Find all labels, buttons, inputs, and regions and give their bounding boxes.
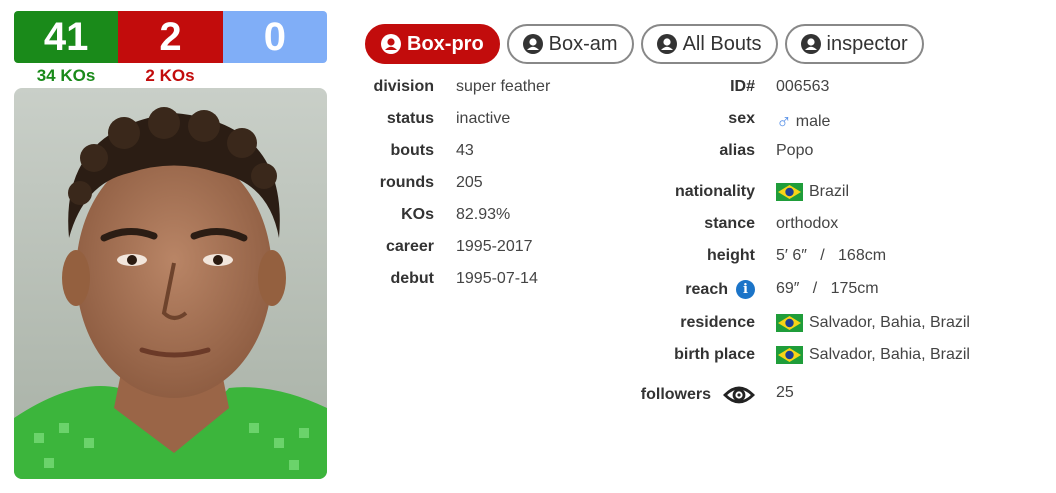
info-label: residence — [680, 314, 755, 331]
male-icon: ♂ — [776, 110, 792, 133]
info-value: orthodox — [776, 215, 839, 232]
user-icon — [800, 34, 821, 54]
tab-label: inspector — [826, 32, 908, 55]
tab-box-am[interactable]: Box-am — [506, 24, 634, 64]
tab-label: All Bouts — [682, 32, 762, 55]
info-row-reach: reach i 69″ / 175cm — [0, 280, 1056, 306]
profile-tabs: Box-pro Box-am All Bouts inspector — [365, 24, 924, 64]
residence-value-wrap: Salvador, Bahia, Brazil — [776, 314, 970, 332]
tab-inspector[interactable]: inspector — [784, 24, 924, 64]
info-value: Popo — [776, 142, 814, 159]
user-icon — [522, 34, 543, 54]
user-icon — [656, 34, 677, 54]
info-label: stance — [704, 215, 755, 232]
info-value: 25 — [776, 384, 794, 401]
nationality-value-wrap: Brazil — [776, 183, 849, 201]
info-value: male — [795, 113, 831, 130]
tab-box-pro[interactable]: Box-pro — [365, 24, 500, 64]
info-icon[interactable]: i — [736, 280, 755, 299]
birth-place-value-wrap: Salvador, Bahia, Brazil — [776, 346, 970, 364]
fight-record: 41 2 0 — [14, 11, 327, 63]
info-value[interactable]: Brazil — [809, 183, 849, 201]
info-row-stance: stance orthodox — [0, 215, 1056, 241]
info-value: 006563 — [776, 78, 830, 95]
tab-label: Box-pro — [407, 32, 484, 55]
info-label: birth place — [674, 346, 755, 363]
brazil-flag-icon — [776, 314, 803, 332]
info-label: height — [707, 247, 755, 264]
wins-count: 41 — [14, 11, 119, 63]
info-label: alias — [719, 142, 755, 159]
info-row-nationality: nationality Brazil — [0, 183, 1056, 209]
brazil-flag-icon — [776, 346, 803, 364]
info-row-residence: residence Salvador, Bahia, Brazil — [0, 314, 1056, 340]
info-label: nationality — [674, 183, 755, 200]
eye-icon[interactable] — [723, 384, 755, 406]
followers-label-wrap: followers — [641, 384, 755, 406]
info-label: ID# — [730, 78, 755, 95]
draws-count: 0 — [222, 11, 327, 63]
brazil-flag-icon — [776, 183, 803, 201]
info-row-id: ID# 006563 — [0, 78, 1056, 104]
info-label: followers — [640, 386, 711, 403]
user-icon — [381, 34, 401, 54]
info-label: reach — [685, 280, 728, 298]
info-value[interactable]: Salvador, Bahia, Brazil — [809, 346, 970, 364]
info-row-followers: followers 25 — [0, 384, 1056, 410]
sex-value-wrap: ♂ male — [776, 110, 830, 134]
tab-label: Box-am — [548, 32, 618, 55]
info-value[interactable]: Salvador, Bahia, Brazil — [809, 314, 970, 332]
info-row-sex: sex ♂ male — [0, 110, 1056, 136]
info-label: sex — [728, 110, 755, 127]
info-row-birth-place: birth place Salvador, Bahia, Brazil — [0, 346, 1056, 372]
tab-all-bouts[interactable]: All Bouts — [640, 24, 778, 64]
reach-label-wrap: reach i — [685, 280, 755, 299]
info-value: 69″ / 175cm — [776, 280, 879, 297]
info-row-alias: alias Popo — [0, 142, 1056, 168]
info-value: 5′ 6″ / 168cm — [776, 247, 887, 264]
info-row-height: height 5′ 6″ / 168cm — [0, 247, 1056, 273]
losses-count: 2 — [118, 11, 223, 63]
